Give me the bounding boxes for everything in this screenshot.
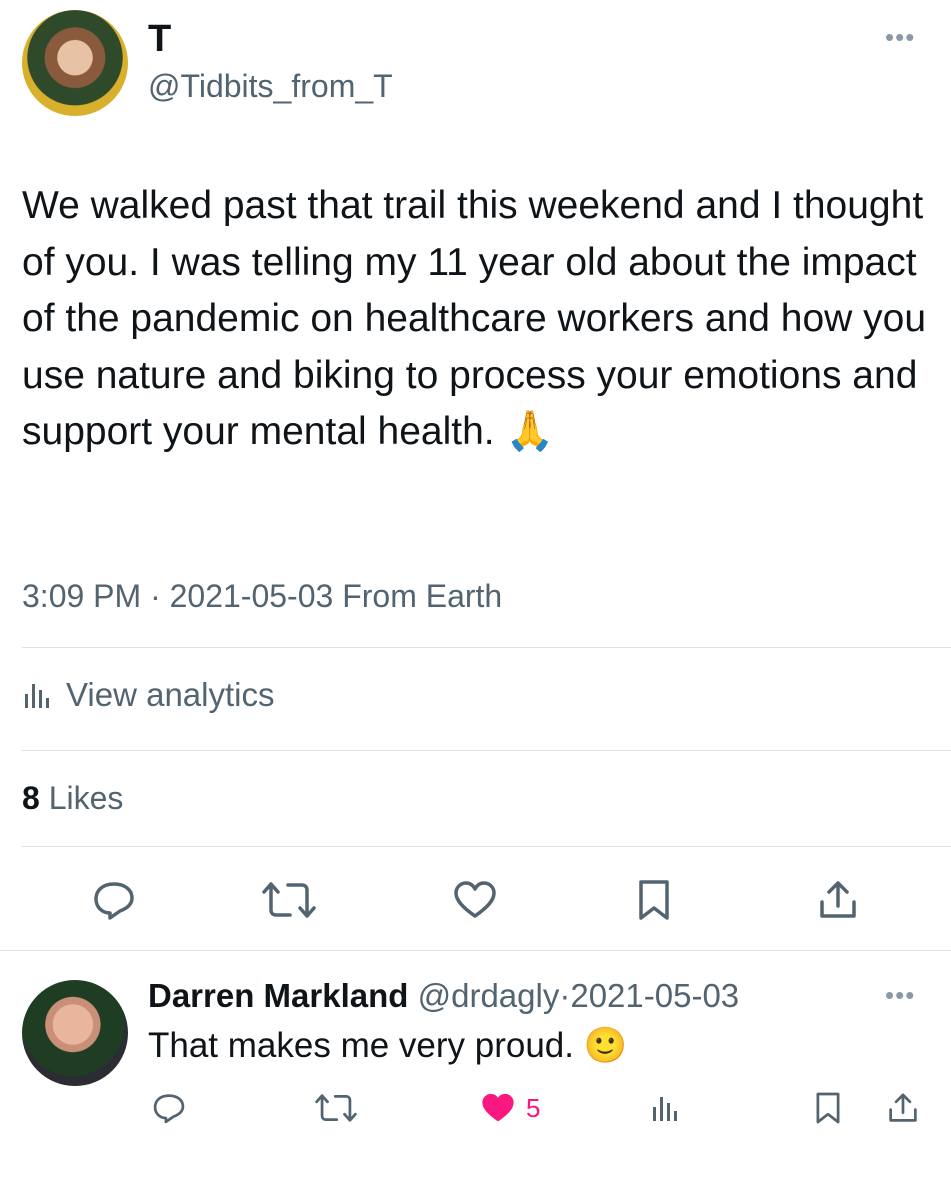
dot-separator: · (150, 578, 161, 614)
dot-separator: · (559, 977, 571, 1014)
reply-header: Darren Markland @drdagly·2021-05-03 (148, 977, 739, 1015)
share-icon (886, 1090, 920, 1126)
divider (22, 750, 951, 751)
likes-count[interactable]: 8 Likes (22, 780, 123, 817)
divider (0, 950, 951, 951)
analytics-label: View analytics (66, 676, 275, 713)
divider (22, 647, 951, 648)
like-count: 5 (526, 1092, 541, 1123)
more-icon[interactable]: ••• (885, 980, 915, 1011)
more-icon[interactable]: ••• (885, 22, 915, 53)
like-button[interactable]: 5 (480, 1092, 540, 1124)
divider (22, 846, 951, 847)
display-name[interactable]: T (148, 18, 171, 61)
tweet-timestamp: 3:09 PM · 2021-05-03 From Earth (22, 578, 502, 615)
reply-icon (152, 1092, 186, 1124)
share-icon (816, 878, 860, 922)
share-button[interactable] (816, 878, 860, 922)
reply-icon (92, 880, 136, 920)
reply-date[interactable]: 2021-05-03 (570, 977, 739, 1014)
avatar[interactable] (22, 10, 128, 116)
analytics-icon (22, 680, 52, 710)
like-icon (452, 880, 498, 920)
retweet-button[interactable] (312, 1092, 360, 1124)
reply-button[interactable] (152, 1092, 186, 1124)
user-handle[interactable]: @Tidbits_from_T (148, 68, 393, 105)
likes-number: 8 (22, 780, 40, 816)
like-button[interactable] (452, 880, 498, 920)
tweet-time[interactable]: 3:09 PM (22, 578, 141, 614)
view-analytics-link[interactable]: View analytics (22, 676, 275, 714)
reply-text: That makes me very proud. 🙂 (148, 1026, 628, 1065)
bookmark-icon (636, 878, 672, 922)
reply-button[interactable] (92, 880, 136, 920)
tweet-text: We walked past that trail this weekend a… (22, 184, 927, 453)
retweet-icon (312, 1092, 360, 1124)
bookmark-button[interactable] (814, 1090, 842, 1126)
like-icon (480, 1092, 516, 1124)
analytics-icon (650, 1092, 680, 1124)
likes-label: Likes (48, 780, 124, 816)
reply-display-name[interactable]: Darren Markland (148, 977, 408, 1014)
analytics-button[interactable] (650, 1092, 680, 1124)
retweet-icon (258, 880, 320, 920)
avatar[interactable] (22, 980, 128, 1086)
bookmark-button[interactable] (636, 878, 672, 922)
bookmark-icon (814, 1090, 842, 1126)
reply-handle[interactable]: @drdagly (418, 977, 560, 1014)
retweet-button[interactable] (258, 880, 320, 920)
tweet-date[interactable]: 2021-05-03 (170, 578, 334, 614)
share-button[interactable] (886, 1090, 920, 1126)
tweet-source: From Earth (342, 578, 503, 614)
